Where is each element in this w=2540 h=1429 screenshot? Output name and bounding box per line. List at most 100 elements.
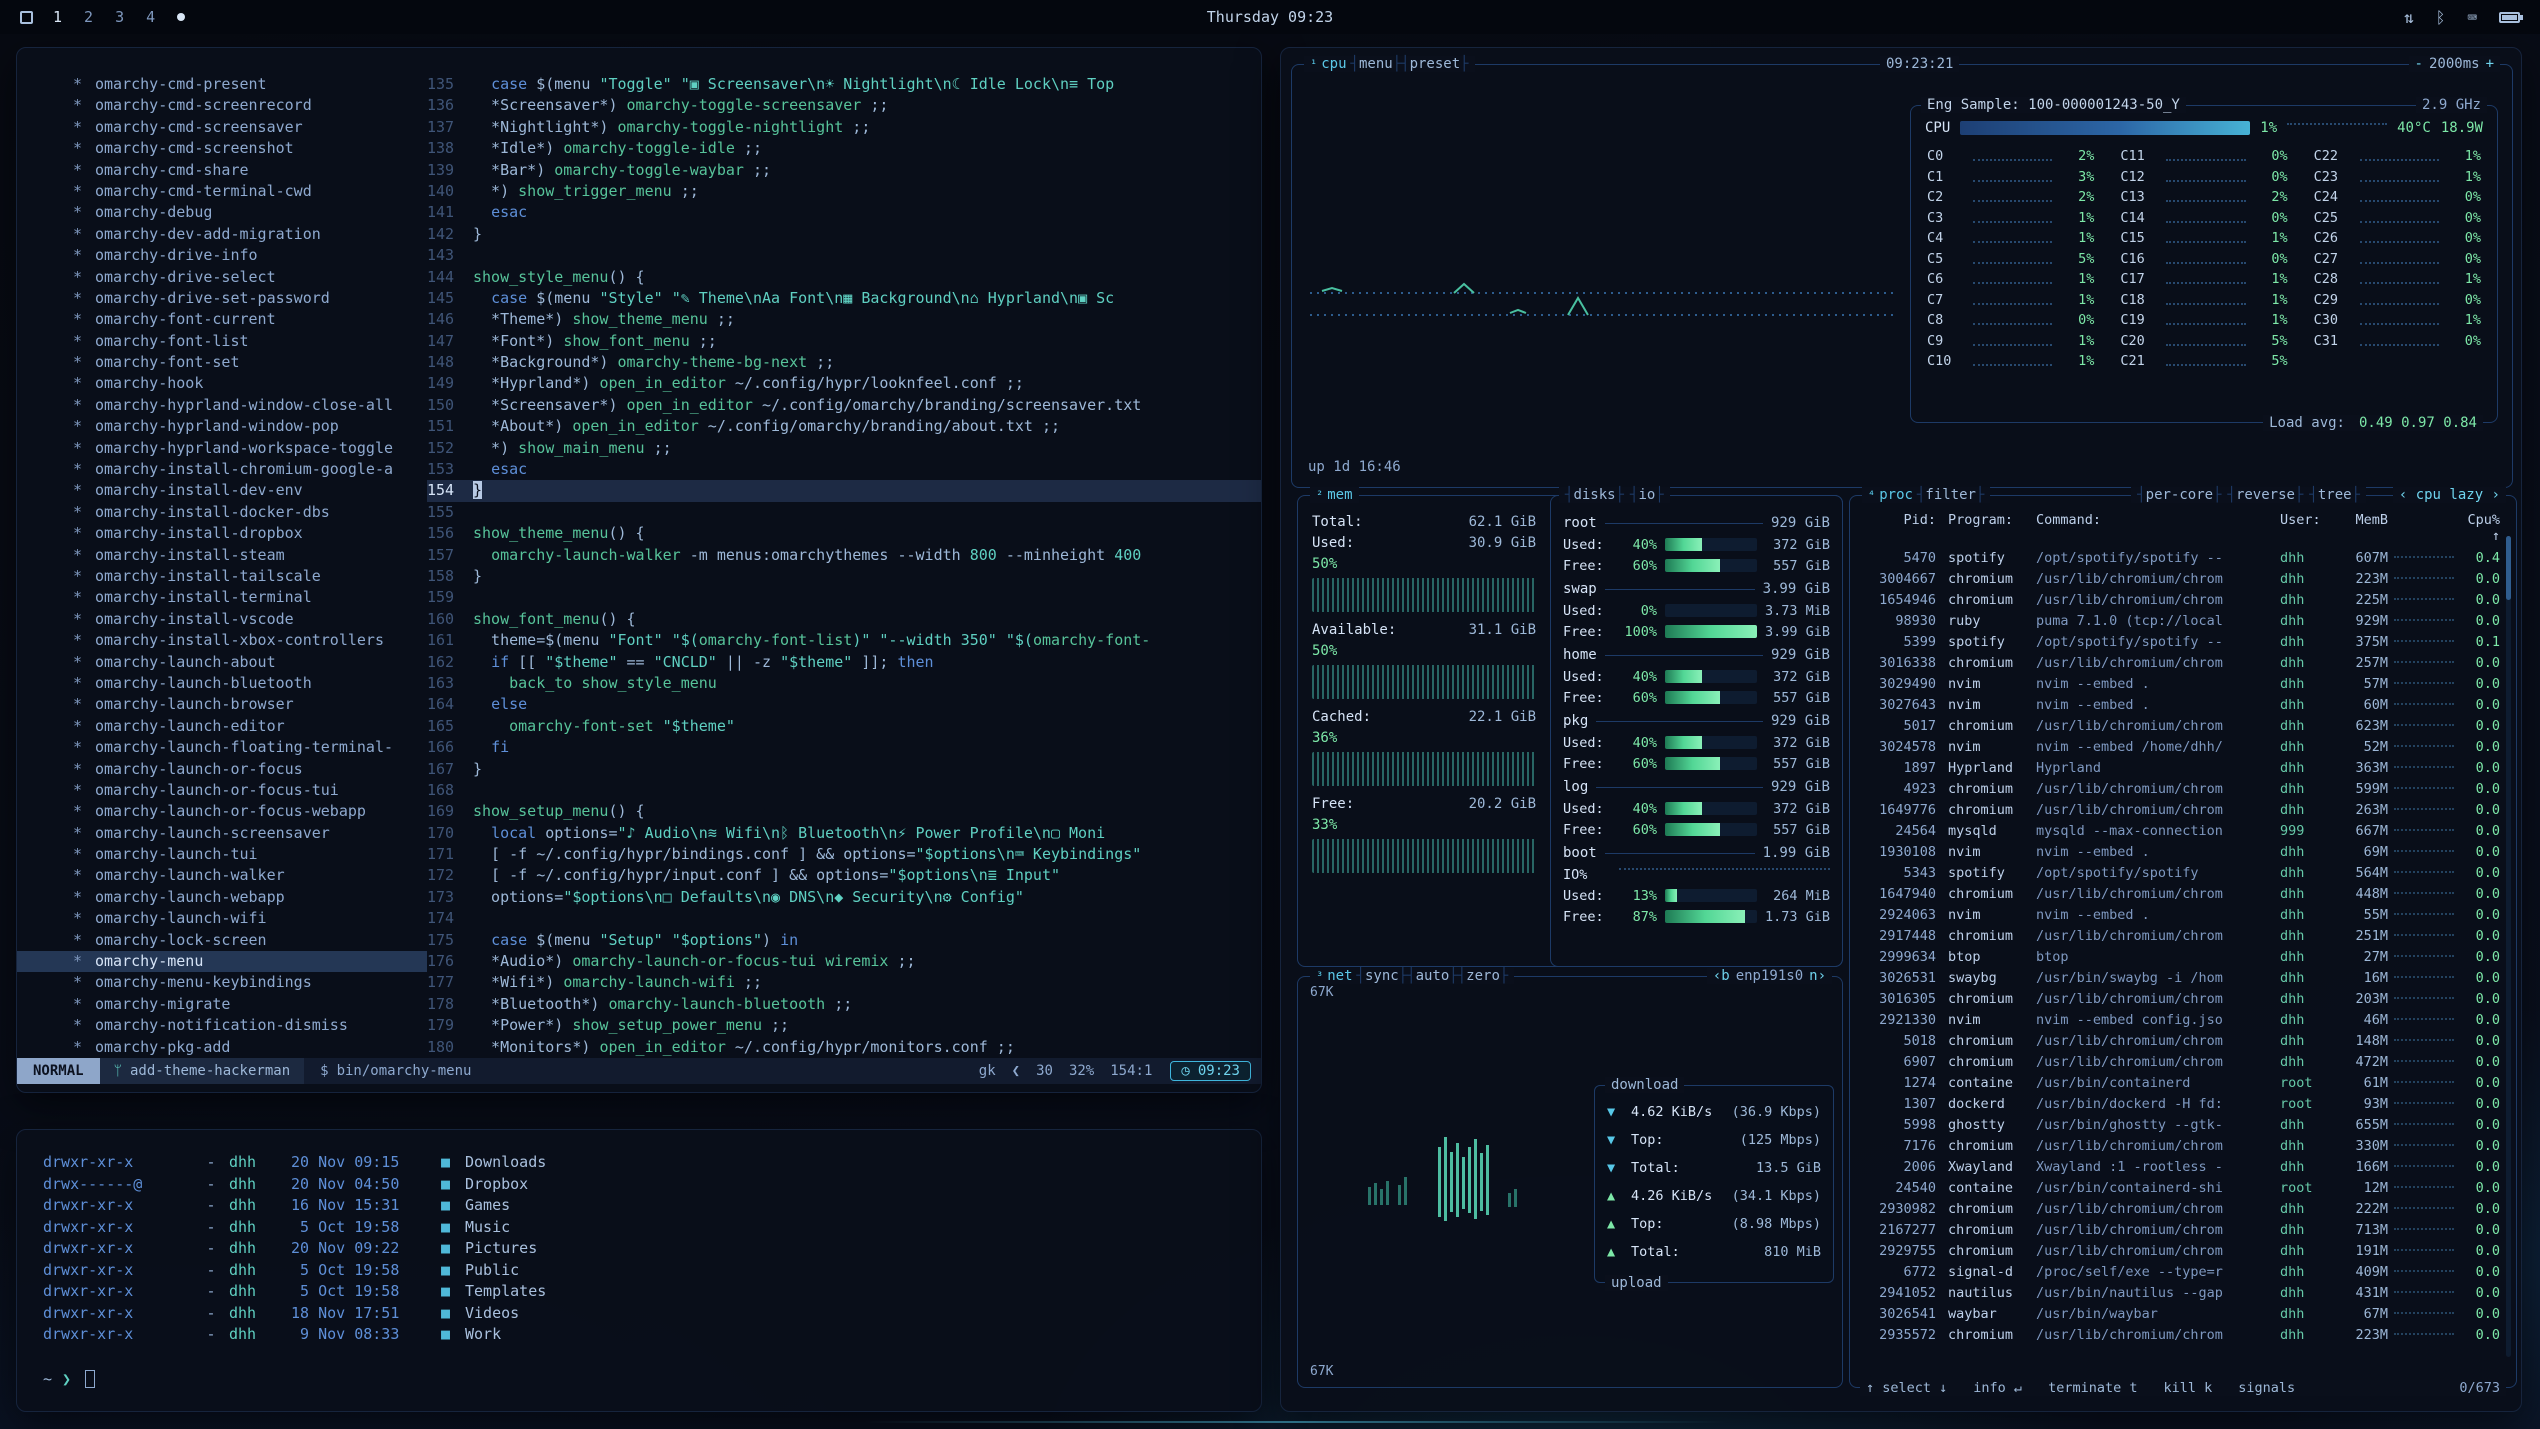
process-row[interactable]: 2930982chromium/usr/lib/chromium/chromdh… [1850,1199,2516,1220]
proc-per-core-button[interactable]: ┤per-core├ [2137,487,2221,503]
iface-next-button[interactable]: n› [1809,968,1826,984]
process-row[interactable]: 98930rubypuma 7.1.0 (tcp://localdhh929M0… [1850,611,2516,632]
workspace-1[interactable]: 1 [53,8,62,26]
tree-item[interactable]: *omarchy-migrate [17,994,427,1015]
tree-item[interactable]: *omarchy-launch-webapp [17,887,427,908]
process-row[interactable]: 3029490nvimnvim --embed .dhh57M0.0 [1850,674,2516,695]
process-row[interactable]: 24564mysqldmysqld --max-connection999667… [1850,821,2516,842]
proc-reverse-button[interactable]: ┤reverse├ [2228,487,2304,503]
code-line[interactable]: 180 *Monitors*) open_in_editor ~/.config… [427,1037,1261,1058]
proc-tree-button[interactable]: ┤tree├ [2309,487,2360,503]
process-row[interactable]: 1649776chromium/usr/lib/chromium/chromdh… [1850,800,2516,821]
col-cpu[interactable]: Cpu% ↑ [2460,512,2500,544]
signals-button[interactable]: signals [2238,1380,2295,1396]
tree-item[interactable]: *omarchy-install-docker-dbs [17,502,427,523]
command-line[interactable] [17,1084,1261,1092]
code-line[interactable]: 157 omarchy-launch-walker -m menus:omarc… [427,545,1261,566]
code-line[interactable]: 168 [427,780,1261,801]
tree-item[interactable]: *omarchy-install-vscode [17,609,427,630]
tree-item[interactable]: *omarchy-launch-or-focus-tui [17,780,427,801]
code-line[interactable]: 149 *Hyprland*) open_in_editor ~/.config… [427,373,1261,394]
cpu-preset-button[interactable]: ┤preset├ [1401,56,1468,72]
tree-item[interactable]: *omarchy-hyprland-window-pop [17,416,427,437]
code-line[interactable]: 150 *Screensaver*) open_in_editor ~/.con… [427,395,1261,416]
col-mem[interactable]: MemB [2332,512,2388,544]
io-tab[interactable]: ┤io├ [1630,487,1664,503]
tree-item[interactable]: *omarchy-install-chromium-google-a [17,459,427,480]
process-row[interactable]: 2941052nautilus/usr/bin/nautilus --gapdh… [1850,1283,2516,1304]
interval-minus-button[interactable]: - [2415,56,2423,72]
code-line[interactable]: 142} [427,224,1261,245]
tree-item[interactable]: *omarchy-launch-about [17,652,427,673]
cpu-menu-button[interactable]: ┤menu├ [1351,56,1402,72]
code-line[interactable]: 135 case $(menu "Toggle" "▣ Screensaver\… [427,74,1261,95]
tree-item[interactable]: *omarchy-launch-editor [17,716,427,737]
tree-item[interactable]: *omarchy-install-dropbox [17,523,427,544]
process-row[interactable]: 6772signal-d/proc/self/exe --type=rdhh40… [1850,1262,2516,1283]
process-row[interactable]: 3016305chromium/usr/lib/chromium/chromdh… [1850,989,2516,1010]
proc-sort-control[interactable]: ‹ cpu lazy › [2393,487,2506,503]
workspace-3[interactable]: 3 [115,8,124,26]
process-row[interactable]: 1647940chromium/usr/lib/chromium/chromdh… [1850,884,2516,905]
code-line[interactable]: 175 case $(menu "Setup" "$options") in [427,930,1261,951]
process-row[interactable]: 5470spotify/opt/spotify/spotify --dhh607… [1850,548,2516,569]
tree-item[interactable]: *omarchy-drive-select [17,267,427,288]
code-line[interactable]: 162 if [[ "$theme" == "CNCLD" || -z "$th… [427,652,1261,673]
network-icon[interactable]: ⇅ [2404,8,2414,27]
tree-item[interactable]: *omarchy-font-list [17,331,427,352]
net-zero-button[interactable]: ┤zero├ [1458,968,1509,984]
tree-item[interactable]: *omarchy-launch-screensaver [17,823,427,844]
tree-item[interactable]: *omarchy-install-dev-env [17,480,427,501]
process-row[interactable]: 5399spotify/opt/spotify/spotify --dhh375… [1850,632,2516,653]
process-row[interactable]: 2935572chromium/usr/lib/chromium/chromdh… [1850,1325,2516,1346]
code-line[interactable]: 173 options="$options\n□ Defaults\n◉ DNS… [427,887,1261,908]
disks-tab[interactable]: ┤disks├ [1565,487,1624,503]
code-line[interactable]: 155 [427,502,1261,523]
tree-item[interactable]: *omarchy-drive-set-password [17,288,427,309]
kill-button[interactable]: kill k [2163,1380,2212,1396]
process-row[interactable]: 6907chromium/usr/lib/chromium/chromdhh47… [1850,1052,2516,1073]
tree-item[interactable]: *omarchy-launch-bluetooth [17,673,427,694]
tree-item[interactable]: *omarchy-cmd-share [17,160,427,181]
tree-item[interactable]: *omarchy-menu [17,951,427,972]
process-row[interactable]: 7176chromium/usr/lib/chromium/chromdhh33… [1850,1136,2516,1157]
net-sync-button[interactable]: ┤sync├ [1357,968,1408,984]
tree-item[interactable]: *omarchy-cmd-screenrecord [17,95,427,116]
code-line[interactable]: 169show_setup_menu() { [427,801,1261,822]
process-row[interactable]: 1654946chromium/usr/lib/chromium/chromdh… [1850,590,2516,611]
code-line[interactable]: 139 *Bar*) omarchy-toggle-waybar ;; [427,160,1261,181]
tree-item[interactable]: *omarchy-cmd-terminal-cwd [17,181,427,202]
bluetooth-icon[interactable]: ᛒ [2436,8,2446,27]
tree-item[interactable]: *omarchy-cmd-screensaver [17,117,427,138]
tree-item[interactable]: *omarchy-hyprland-window-close-all [17,395,427,416]
process-row[interactable]: 3024578nvimnvim --embed /home/dhh/dhh52M… [1850,737,2516,758]
process-row[interactable]: 3016338chromium/usr/lib/chromium/chromdh… [1850,653,2516,674]
process-row[interactable]: 3004667chromium/usr/lib/chromium/chromdh… [1850,569,2516,590]
process-row[interactable]: 1274containe/usr/bin/containerdroot61M0.… [1850,1073,2516,1094]
code-line[interactable]: 145 case $(menu "Style" "✎ Theme\nAa Fon… [427,288,1261,309]
net-auto-button[interactable]: ┤auto├ [1407,968,1458,984]
process-row[interactable]: 5343spotify/opt/spotify/spotifydhh564M0.… [1850,863,2516,884]
workspace-4[interactable]: 4 [146,8,155,26]
code-line[interactable]: 174 [427,908,1261,929]
terminate-button[interactable]: terminate t [2048,1380,2137,1396]
tree-item[interactable]: *omarchy-debug [17,202,427,223]
code-line[interactable]: 152 *) show_main_menu ;; [427,438,1261,459]
process-row[interactable]: 3026531swaybg/usr/bin/swaybg -i /homdhh1… [1850,968,2516,989]
code-line[interactable]: 148 *Background*) omarchy-theme-bg-next … [427,352,1261,373]
code-line[interactable]: 151 *About*) open_in_editor ~/.config/om… [427,416,1261,437]
col-user[interactable]: User: [2280,512,2332,544]
iface-prev-button[interactable]: ‹b [1713,968,1730,984]
info-button[interactable]: info ↵ [1973,1380,2022,1396]
code-line[interactable]: 171 [ -f ~/.config/hypr/bindings.conf ] … [427,844,1261,865]
code-line[interactable]: 158} [427,566,1261,587]
code-line[interactable]: 172 [ -f ~/.config/hypr/input.conf ] && … [427,865,1261,886]
code-line[interactable]: 170 local options="♪ Audio\n≋ Wifi\nᛒ Bl… [427,823,1261,844]
shell-prompt[interactable]: ~ ❯ [43,1370,1261,1388]
keyboard-icon[interactable]: ⌨ [2467,8,2477,27]
code-line[interactable]: 138 *Idle*) omarchy-toggle-idle ;; [427,138,1261,159]
process-row[interactable]: 1930108nvimnvim --embed .dhh69M0.0 [1850,842,2516,863]
code-line[interactable]: 156show_theme_menu() { [427,523,1261,544]
code-line[interactable]: 144show_style_menu() { [427,267,1261,288]
interval-plus-button[interactable]: + [2486,56,2494,72]
